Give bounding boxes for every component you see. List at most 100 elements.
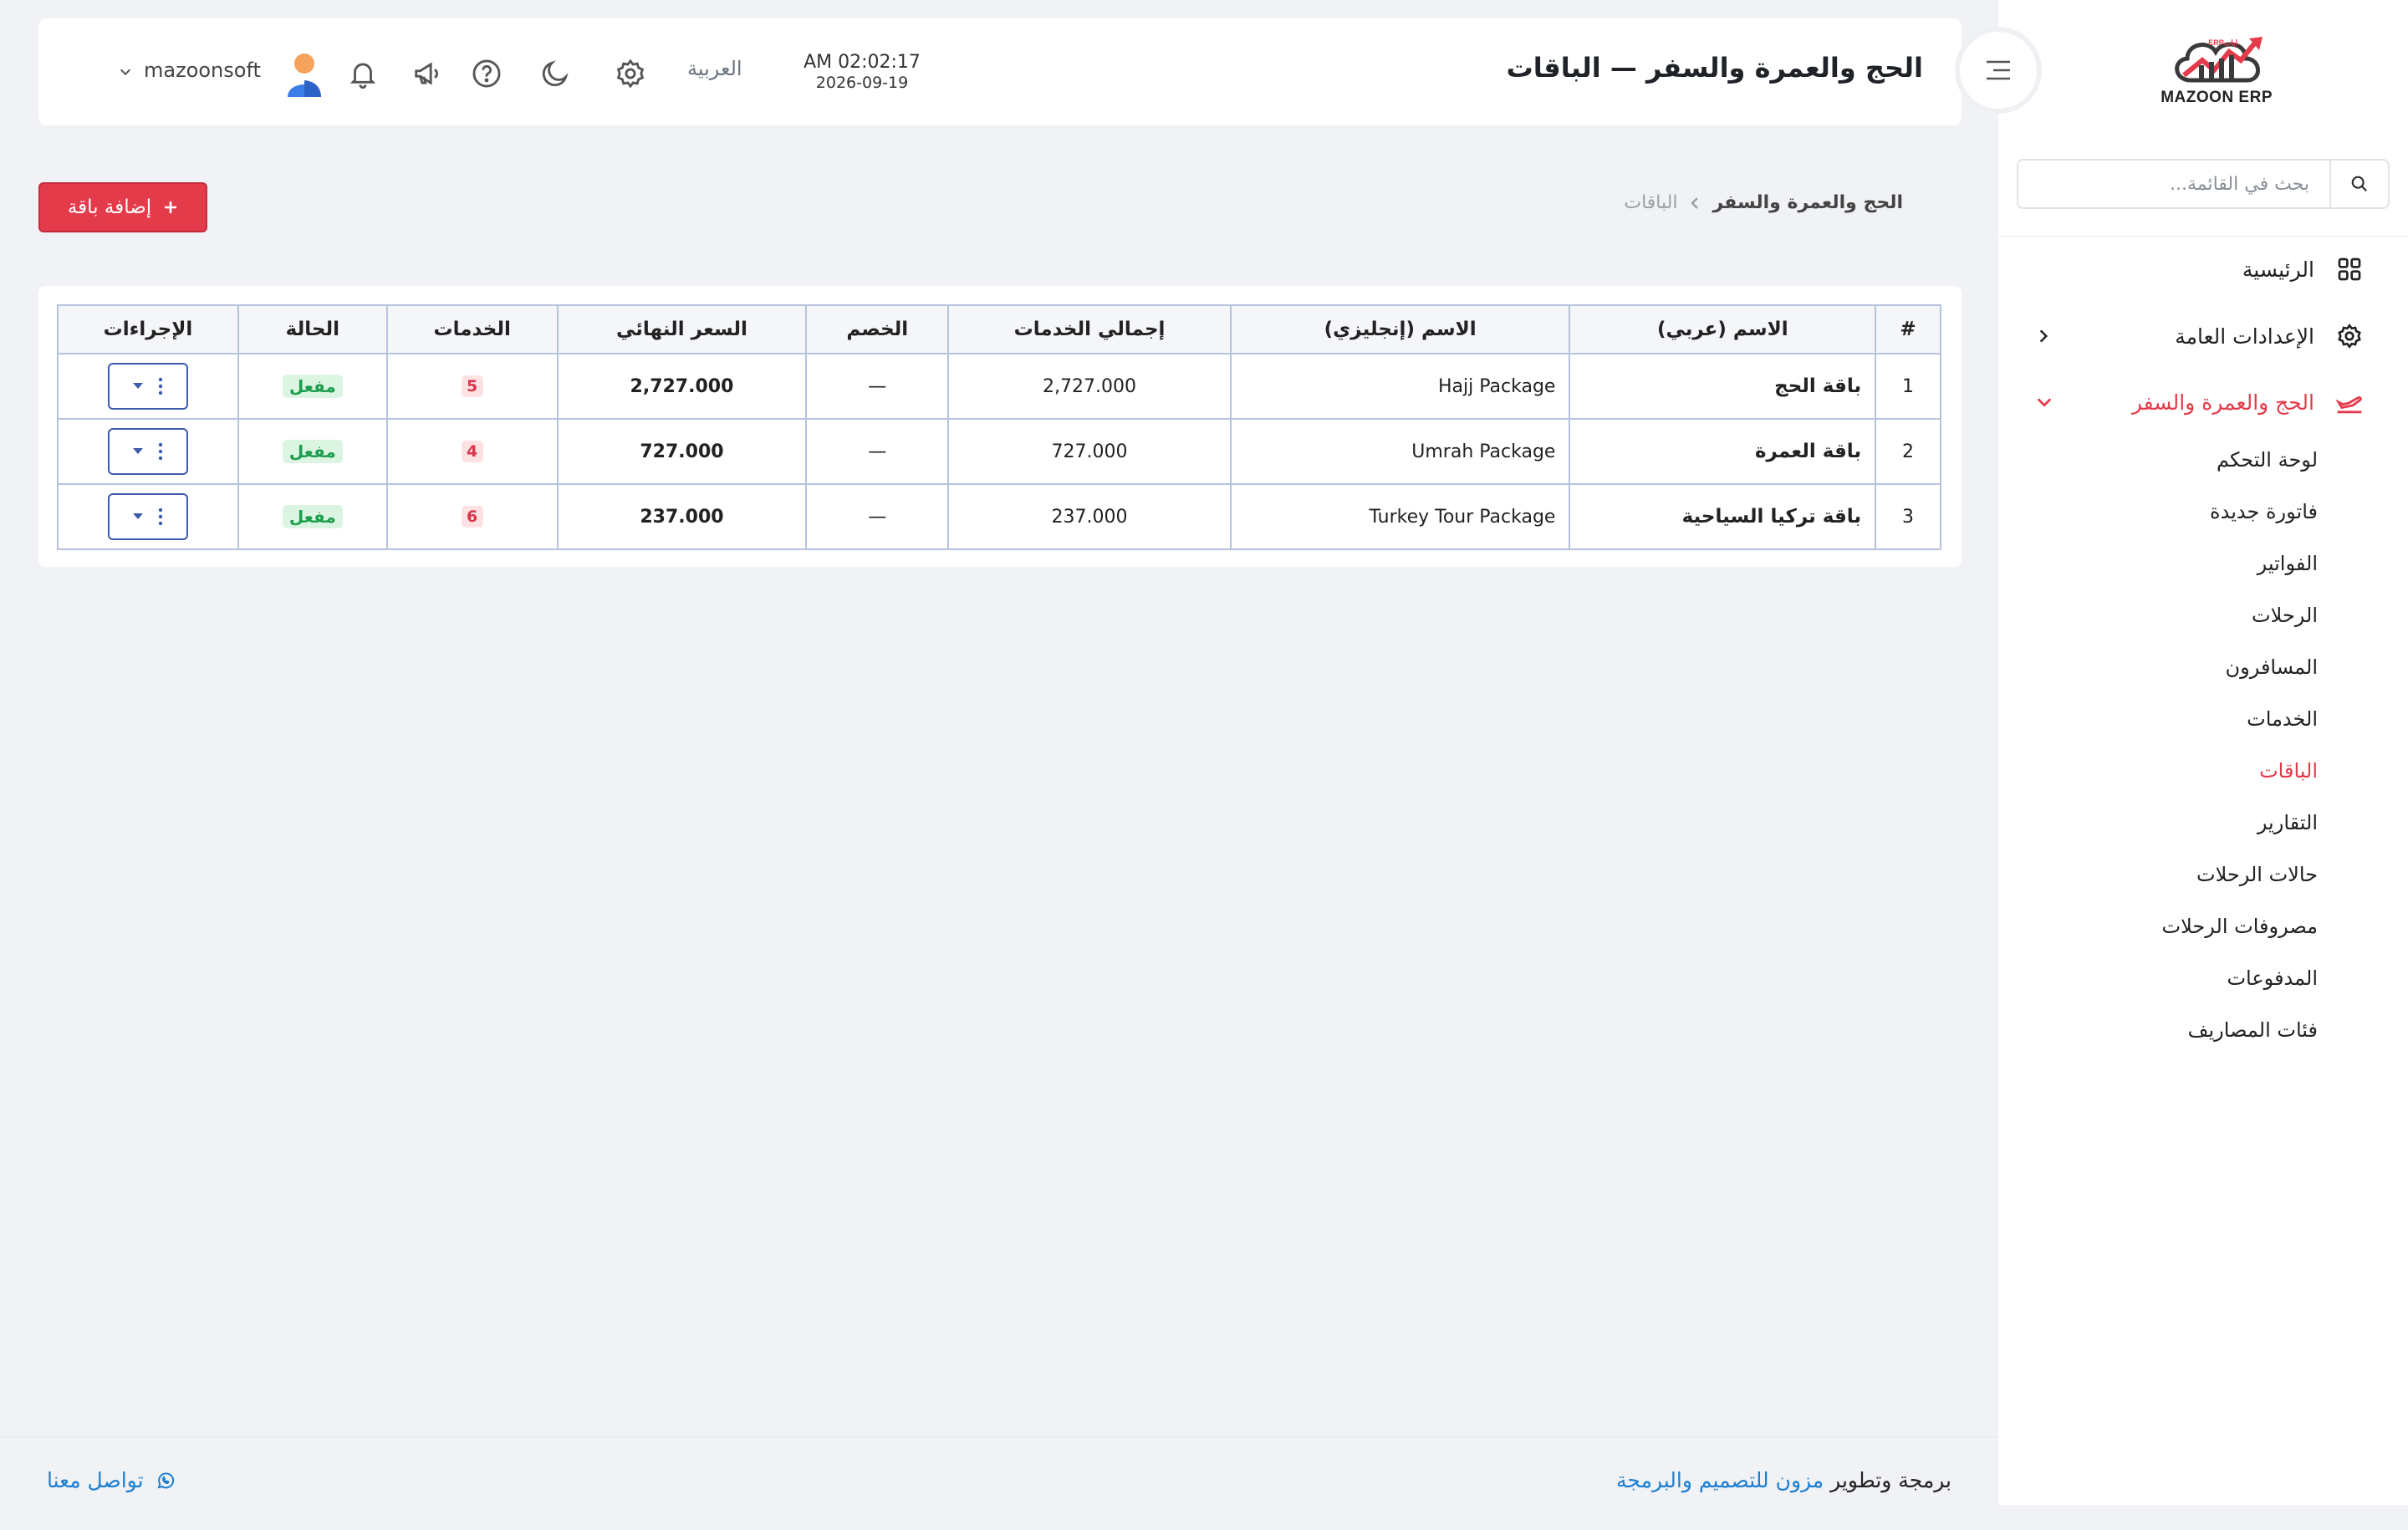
services-count-badge: 5 [461, 375, 483, 397]
cell-name-en: Turkey Tour Package [1229, 483, 1571, 550]
cell-name-ar: باقة العمرة [1569, 418, 1877, 485]
footer-credit: برمجة وتطوير مزون للتصميم والبرمجة [1616, 1468, 1951, 1492]
row-actions-button[interactable] [107, 428, 188, 475]
services-count-badge: 6 [461, 506, 483, 528]
cell-number: 1 [1875, 353, 1941, 420]
sidebar-search-input[interactable] [2018, 161, 2329, 207]
menu-icon [1985, 59, 2012, 82]
sidebar-subitem-reports[interactable]: التقارير [2258, 811, 2318, 834]
contact-us-link[interactable]: تواصل معنا [47, 1468, 176, 1492]
packages-table-card: # الاسم (عربي) الاسم (إنجليزي) إجمالي ال… [38, 286, 1962, 567]
status-badge: مفعل [282, 375, 343, 398]
chevron-right-icon [2035, 328, 2052, 344]
sidebar-subitem-expense-categories[interactable]: فئات المصاريف [2188, 1018, 2318, 1042]
sidebar-subitem-dashboard[interactable]: لوحة التحكم [2217, 448, 2318, 472]
megaphone-icon [412, 58, 444, 89]
clock-date: 2026-09-19 [815, 74, 909, 92]
brand-small-text: ERPاياب [2208, 38, 2237, 47]
column-header-services-total[interactable]: إجمالي الخدمات [947, 304, 1232, 354]
row-actions-button[interactable] [107, 363, 188, 410]
sidebar-item-general-settings[interactable]: الإعدادات العامة [1998, 311, 2408, 361]
caret-down-icon [132, 383, 143, 390]
sidebar-subitem-trips[interactable]: الرحلات [2252, 604, 2318, 627]
add-package-button[interactable]: إضافة باقة [38, 182, 207, 232]
footer-credit-link[interactable]: مزون للتصميم والبرمجة [1616, 1468, 1824, 1492]
brand-name: MAZOON ERP [2161, 89, 2273, 106]
plane-icon [2333, 390, 2366, 415]
cell-actions [57, 483, 239, 550]
help-button[interactable] [468, 55, 505, 92]
footer-divider [0, 1436, 1998, 1437]
language-switch[interactable]: العربية [687, 57, 742, 80]
dots-vertical-icon [158, 377, 163, 395]
cell-final-price: 727.000 [556, 418, 808, 485]
cell-status: مفعل [237, 483, 388, 550]
table-row: 1 باقة الحج Hajj Package 2,727.000 — 2,7… [57, 353, 1941, 420]
breadcrumb: الحج والعمرة والسفر الباقات [1624, 192, 1903, 213]
help-circle-icon [471, 58, 503, 89]
add-package-label: إضافة باقة [67, 196, 152, 218]
contact-us-label: تواصل معنا [47, 1468, 144, 1492]
top-header: الحج والعمرة والسفر — الباقات AM 02:02:1… [38, 18, 1962, 125]
announcements-button[interactable] [410, 55, 446, 92]
moon-icon [539, 58, 571, 89]
cell-services: 4 [385, 418, 559, 485]
column-header-name-en[interactable]: الاسم (إنجليزي) [1229, 304, 1571, 354]
page-title: الحج والعمرة والسفر — الباقات [1506, 52, 1923, 84]
sidebar-subitem-trip-statuses[interactable]: حالات الرحلات [2196, 863, 2318, 886]
whatsapp-icon [156, 1471, 176, 1491]
table-header-row: # الاسم (عربي) الاسم (إنجليزي) إجمالي ال… [57, 304, 1941, 354]
sidebar-subitem-new-invoice[interactable]: فاتورة جديدة [2210, 500, 2318, 523]
cell-discount: — [805, 353, 950, 420]
caret-down-icon [132, 513, 143, 520]
breadcrumb-parent[interactable]: الحج والعمرة والسفر [1712, 192, 1903, 213]
plus-icon [163, 200, 178, 215]
breadcrumb-separator-icon [1689, 196, 1701, 211]
sidebar-subitem-trip-expenses[interactable]: مصروفات الرحلات [2162, 915, 2318, 938]
dots-vertical-icon [158, 442, 163, 461]
sidebar-item-label: الرئيسية [2242, 257, 2314, 282]
table-row: 2 باقة العمرة Umrah Package 727.000 — 72… [57, 418, 1941, 485]
sidebar-toggle-button[interactable] [1960, 32, 2037, 109]
column-header-discount[interactable]: الخصم [805, 304, 950, 354]
cell-services-total: 237.000 [947, 483, 1232, 550]
breadcrumb-current: الباقات [1624, 192, 1678, 213]
sidebar-subitem-services[interactable]: الخدمات [2247, 707, 2318, 731]
status-badge: مفعل [282, 505, 343, 528]
cell-services-total: 2,727.000 [947, 353, 1232, 420]
sidebar-item-home[interactable]: الرئيسية [1998, 244, 2408, 294]
sidebar-subitem-payments[interactable]: المدفوعات [2227, 966, 2318, 990]
chevron-down-icon[interactable] [119, 65, 132, 79]
column-header-final-price[interactable]: السعر النهائي [556, 304, 808, 354]
cell-status: مفعل [237, 418, 388, 485]
username[interactable]: mazoonsoft [144, 59, 261, 82]
sidebar-divider [1998, 236, 2408, 237]
gear-icon [615, 58, 646, 89]
cell-status: مفعل [237, 353, 388, 420]
dark-mode-button[interactable] [537, 55, 574, 92]
cell-number: 3 [1875, 483, 1941, 550]
sidebar-item-label: الحج والعمرة والسفر [2131, 390, 2314, 415]
clock-time: AM 02:02:17 [804, 52, 921, 73]
sidebar-subitem-invoices[interactable]: الفواتير [2258, 552, 2318, 575]
cell-final-price: 2,727.000 [556, 353, 808, 420]
sidebar-item-hajj-umrah-travel[interactable]: الحج والعمرة والسفر [1998, 377, 2408, 427]
table-row: 3 باقة تركيا السياحية Turkey Tour Packag… [57, 483, 1941, 550]
cell-number: 2 [1875, 418, 1941, 485]
sidebar-search [2017, 159, 2390, 209]
row-actions-button[interactable] [107, 493, 188, 540]
sidebar-subitem-packages[interactable]: الباقات [2259, 759, 2318, 783]
caret-down-icon [132, 448, 143, 455]
cell-name-en: Hajj Package [1229, 353, 1571, 420]
avatar[interactable] [283, 52, 326, 97]
settings-button[interactable] [612, 55, 649, 92]
search-icon[interactable] [2329, 161, 2388, 207]
column-header-number[interactable]: # [1875, 304, 1941, 354]
column-header-status[interactable]: الحالة [237, 304, 388, 354]
column-header-name-ar[interactable]: الاسم (عربي) [1569, 304, 1877, 354]
sidebar-subitem-travelers[interactable]: المسافرون [2225, 655, 2318, 679]
cell-discount: — [805, 418, 950, 485]
notifications-button[interactable] [344, 55, 381, 92]
cell-name-en: Umrah Package [1229, 418, 1571, 485]
column-header-services[interactable]: الخدمات [385, 304, 559, 354]
